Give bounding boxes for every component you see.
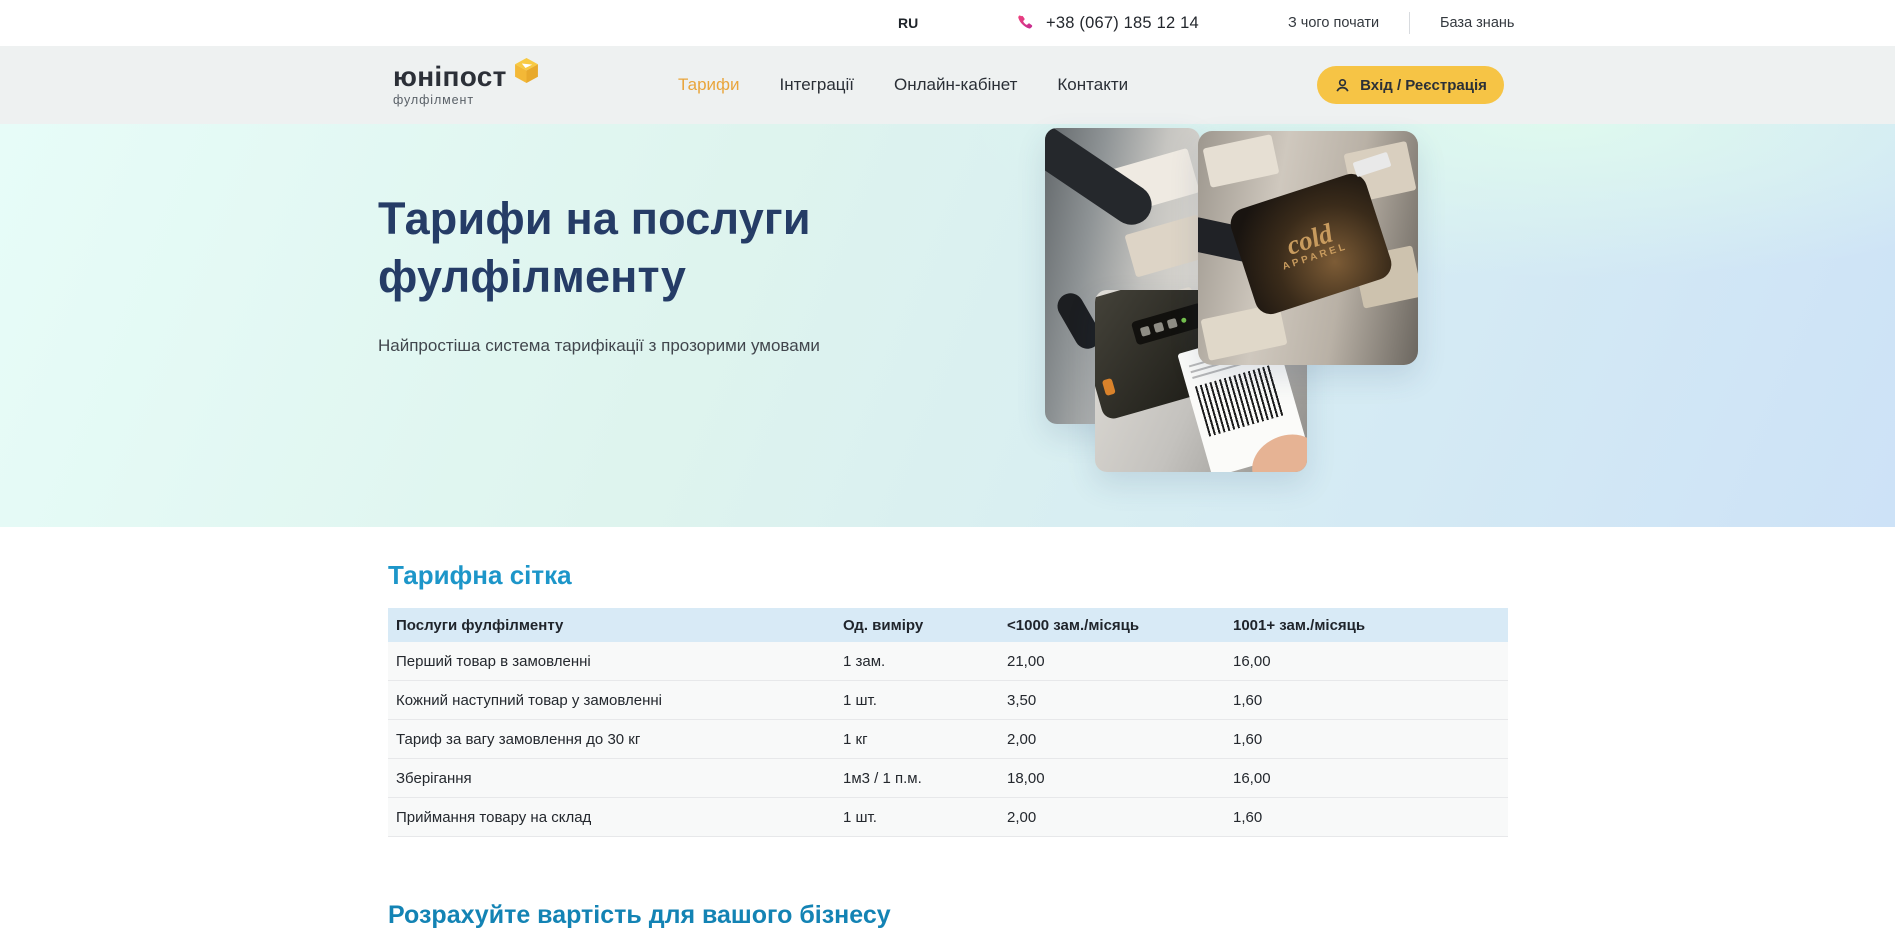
cell-unit: 1 шт. — [835, 809, 999, 826]
logo-tagline: фулфілмент — [393, 93, 540, 107]
hero-section: Тарифи на послуги фулфілменту Найпростіш… — [0, 124, 1895, 527]
hero-photo-package: cold APPAREL — [1198, 131, 1418, 365]
cell-unit: 1 кг — [835, 731, 999, 748]
cell-price-high: 1,60 — [1225, 692, 1508, 709]
cell-price-high: 1,60 — [1225, 809, 1508, 826]
cell-service: Перший товар в замовленні — [388, 653, 835, 670]
topbar: RU +38 (067) 185 12 14 З чого почати Баз… — [0, 0, 1895, 46]
cell-price-low: 2,00 — [999, 809, 1225, 826]
hero-subtitle: Найпростіша система тарифікації з прозор… — [378, 336, 820, 356]
language-switcher[interactable]: RU — [898, 15, 918, 31]
table-row: Приймання товару на склад 1 шт. 2,00 1,6… — [388, 798, 1508, 837]
login-button[interactable]: Вхід / Реєстрація — [1317, 66, 1504, 104]
column-header-over-1001: 1001+ зам./місяць — [1225, 617, 1508, 634]
site-header: юніпост фулфілмент Тарифи Інтеграції Онл… — [0, 46, 1895, 124]
cell-service: Кожний наступний товар у замовленні — [388, 692, 835, 709]
cell-price-low: 2,00 — [999, 731, 1225, 748]
phone-number: +38 (067) 185 12 14 — [1046, 14, 1199, 33]
page-title: Тарифи на послуги фулфілменту — [378, 190, 811, 306]
table-row: Тариф за вагу замовлення до 30 кг 1 кг 2… — [388, 720, 1508, 759]
topbar-link-start[interactable]: З чого почати — [1288, 15, 1379, 31]
cell-price-low: 18,00 — [999, 770, 1225, 787]
column-header-unit: Од. виміру — [835, 617, 999, 634]
logo[interactable]: юніпост фулфілмент — [393, 63, 540, 107]
table-row: Кожний наступний товар у замовленні 1 шт… — [388, 681, 1508, 720]
cell-price-high: 16,00 — [1225, 653, 1508, 670]
cell-price-high: 16,00 — [1225, 770, 1508, 787]
login-button-label: Вхід / Реєстрація — [1360, 77, 1487, 94]
cell-service: Тариф за вагу замовлення до 30 кг — [388, 731, 835, 748]
table-row: Перший товар в замовленні 1 зам. 21,00 1… — [388, 642, 1508, 681]
logo-name: юніпост — [393, 63, 507, 91]
topbar-divider — [1409, 12, 1410, 34]
nav-item-cabinet[interactable]: Онлайн-кабінет — [894, 75, 1017, 95]
nav-item-tariffs[interactable]: Тарифи — [678, 75, 740, 95]
calculator-heading: Розрахуйте вартість для вашого бізнесу — [388, 901, 891, 930]
cell-service: Приймання товару на склад — [388, 809, 835, 826]
main-nav: Тарифи Інтеграції Онлайн-кабінет Контакт… — [678, 46, 1128, 124]
cell-price-high: 1,60 — [1225, 731, 1508, 748]
phone-icon — [1016, 14, 1035, 33]
cell-unit: 1 шт. — [835, 692, 999, 709]
pricing-heading: Тарифна сітка — [388, 560, 572, 591]
cell-unit: 1м3 / 1 п.м. — [835, 770, 999, 787]
column-header-service: Послуги фулфілменту — [388, 617, 835, 634]
cell-service: Зберігання — [388, 770, 835, 787]
user-icon — [1334, 77, 1351, 94]
barcode-graphic — [1195, 365, 1284, 436]
topbar-link-knowledge-base[interactable]: База знань — [1440, 15, 1514, 31]
nav-item-integrations[interactable]: Інтеграції — [780, 75, 855, 95]
table-header-row: Послуги фулфілменту Од. виміру <1000 зам… — [388, 608, 1508, 642]
phone-link[interactable]: +38 (067) 185 12 14 — [1016, 0, 1199, 46]
cell-unit: 1 зам. — [835, 653, 999, 670]
cell-price-low: 3,50 — [999, 692, 1225, 709]
content-section: Тарифна сітка Послуги фулфілменту Од. ви… — [0, 527, 1895, 938]
pricing-table: Послуги фулфілменту Од. виміру <1000 зам… — [388, 608, 1508, 837]
column-header-under-1000: <1000 зам./місяць — [999, 617, 1225, 634]
logo-box-icon — [513, 57, 540, 84]
cell-price-low: 21,00 — [999, 653, 1225, 670]
table-row: Зберігання 1м3 / 1 п.м. 18,00 16,00 — [388, 759, 1508, 798]
nav-item-contacts[interactable]: Контакти — [1057, 75, 1128, 95]
